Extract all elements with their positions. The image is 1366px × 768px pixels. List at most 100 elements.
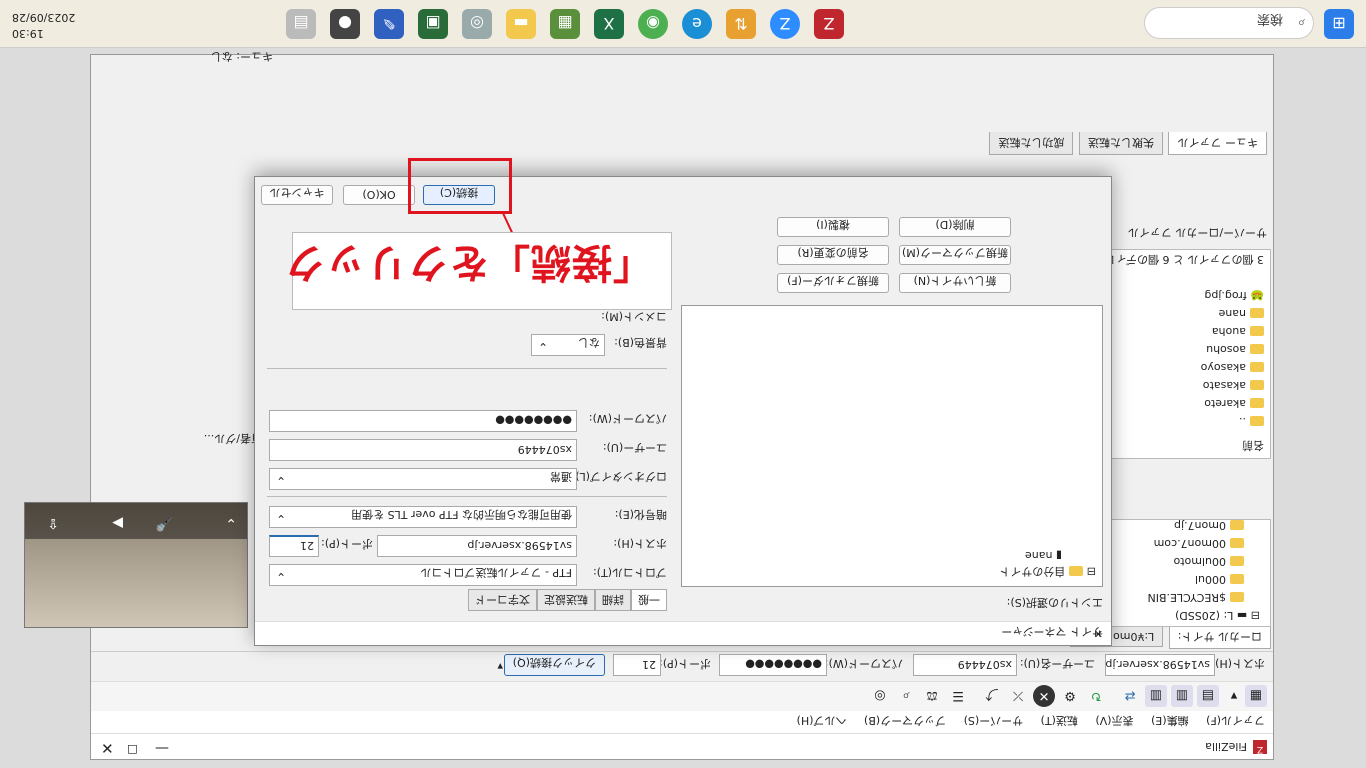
tab-transfer[interactable]: 転送設定 bbox=[537, 589, 595, 611]
file-parent[interactable]: .. bbox=[1239, 415, 1264, 428]
tree-0mon7jp[interactable]: 0mon7.jp bbox=[1174, 519, 1244, 532]
filter-icon[interactable]: ⚙ bbox=[1059, 685, 1081, 707]
host-input[interactable]: sv14598.xserver.jp bbox=[377, 535, 577, 557]
camera-icon[interactable]: ● bbox=[330, 9, 360, 39]
encryption-label: 暗号化(E): bbox=[614, 508, 667, 521]
file-akareto[interactable]: akareto bbox=[1204, 397, 1264, 410]
remote-tree-icon[interactable]: ▥ bbox=[1145, 685, 1167, 707]
tree-drive[interactable]: ⊟ ▬ L: (20SSD) bbox=[1175, 609, 1260, 622]
file-aosohu[interactable]: aosohu bbox=[1206, 343, 1264, 356]
windows-start-icon[interactable]: ⊞ bbox=[1324, 9, 1354, 39]
ftp-icon[interactable]: ⇅ bbox=[726, 9, 756, 39]
quickconnect-dropdown-icon[interactable]: ▾ bbox=[497, 660, 503, 673]
file-akasoyo[interactable]: akasoyo bbox=[1201, 361, 1264, 374]
paint-icon[interactable]: ✎ bbox=[374, 9, 404, 39]
tree-site-nane[interactable]: ▮ nane bbox=[1025, 549, 1062, 562]
new-bookmark-button[interactable]: 新規ブックマーク(M) bbox=[899, 245, 1011, 265]
chrome-icon[interactable]: ◉ bbox=[638, 9, 668, 39]
file-auoha[interactable]: auoha bbox=[1212, 325, 1264, 338]
bgcolor-select[interactable]: なし bbox=[531, 334, 605, 356]
video-icon[interactable]: ▶ bbox=[112, 515, 123, 531]
filezilla-icon[interactable]: Z bbox=[814, 9, 844, 39]
zoom-icon[interactable]: Z bbox=[770, 9, 800, 39]
local-files-header[interactable]: 名前 bbox=[1242, 438, 1264, 454]
search-icon: ⌕ bbox=[1297, 15, 1305, 30]
tree-00ulmoto[interactable]: 00ulmoto bbox=[1173, 555, 1244, 568]
user-input[interactable]: xs074449 bbox=[269, 439, 577, 461]
tree-toggle-icon[interactable]: ▥ bbox=[1171, 685, 1193, 707]
cancel-icon[interactable]: ✕ bbox=[1033, 685, 1055, 707]
disconnect-icon[interactable]: ⤫ bbox=[1007, 685, 1029, 707]
maximize-button[interactable]: ☐ bbox=[127, 742, 138, 756]
qc-user-input[interactable]: xs074449 bbox=[913, 654, 1017, 676]
new-site-button[interactable]: 新しいサイト(N) bbox=[899, 273, 1011, 293]
tab-general[interactable]: 一般 bbox=[631, 589, 667, 611]
menu-file[interactable]: ファイル(F) bbox=[1206, 714, 1265, 727]
qc-host-input[interactable]: sv14598.xserver.jp bbox=[1105, 654, 1215, 676]
cpu-icon[interactable]: ▣ bbox=[418, 9, 448, 39]
book-icon[interactable]: ▤ bbox=[286, 9, 316, 39]
protocol-select[interactable]: FTP - ファイル転送プロトコル bbox=[269, 564, 577, 586]
encryption-select[interactable]: 使用可能なら明示的な FTP over TLS を使用 bbox=[269, 506, 577, 528]
close-button[interactable]: ✕ bbox=[101, 739, 114, 757]
menu-bookmarks[interactable]: ブックマーク(B) bbox=[864, 714, 946, 727]
cancel-button[interactable]: キャンセル bbox=[261, 185, 333, 205]
network-icon[interactable]: ▦ bbox=[550, 9, 580, 39]
excel-icon[interactable]: X bbox=[594, 9, 624, 39]
password-input[interactable]: ●●●●●●●● bbox=[269, 410, 577, 432]
local-site-tab[interactable]: ローカル サイト: bbox=[1168, 626, 1271, 649]
dialog-close-button[interactable]: ✕ bbox=[263, 627, 1103, 640]
file-nane[interactable]: nane bbox=[1219, 307, 1264, 320]
file-akasato[interactable]: akasato bbox=[1203, 379, 1264, 392]
file-frog[interactable]: 🐸 frog.jpg bbox=[1204, 289, 1264, 302]
clock[interactable]: 19:30 2023/09/28 bbox=[12, 9, 75, 41]
refresh-icon[interactable]: ↻ bbox=[1085, 685, 1107, 707]
taskbar-search[interactable]: ⌕ 検索 bbox=[1144, 7, 1314, 39]
tree-00mon7com[interactable]: 00mon7.com bbox=[1154, 537, 1244, 550]
tab-queue[interactable]: キュー ファイル bbox=[1168, 132, 1267, 155]
queue-icon[interactable]: ☰ bbox=[947, 685, 969, 707]
share-icon[interactable]: ⇪ bbox=[47, 515, 59, 531]
port-input[interactable]: 21 bbox=[269, 535, 319, 557]
menu-view[interactable]: 表示(V) bbox=[1095, 714, 1133, 727]
sync-icon[interactable]: ⇄ bbox=[1119, 685, 1141, 707]
menu-transfer[interactable]: 転送(T) bbox=[1041, 714, 1078, 727]
new-folder-button[interactable]: 新規フォルダー(F) bbox=[777, 273, 889, 293]
site-tree[interactable]: ⊟ 自分のサイト ▮ nane bbox=[681, 305, 1103, 587]
reconnect-icon[interactable]: ⤴ bbox=[981, 685, 1003, 707]
video-overlay[interactable]: ⌄ 🎤 ▶ ⇪ bbox=[24, 502, 248, 628]
tab-charset[interactable]: 文字コード bbox=[468, 589, 537, 611]
tree-root[interactable]: ⊟ 自分のサイト bbox=[999, 564, 1096, 580]
menu-help[interactable]: ヘルプ(H) bbox=[797, 714, 847, 727]
window-titlebar: Z FileZilla — ☐ ✕ bbox=[91, 733, 1273, 759]
search-files-icon[interactable]: ⌕ bbox=[895, 685, 917, 707]
tab-success[interactable]: 成功した転送 bbox=[989, 132, 1074, 155]
edge-icon[interactable]: e bbox=[682, 9, 712, 39]
qc-port-input[interactable]: 21 bbox=[613, 654, 661, 676]
delete-button[interactable]: 削除(D) bbox=[899, 217, 1011, 237]
find-icon[interactable]: ◎ bbox=[869, 685, 891, 707]
dropdown-arrow-icon[interactable]: ▾ bbox=[1223, 685, 1245, 707]
site-manager-icon[interactable]: ▦ bbox=[1245, 685, 1267, 707]
folder-icon[interactable]: ▬ bbox=[506, 9, 536, 39]
menu-edit[interactable]: 編集(E) bbox=[1151, 714, 1189, 727]
compare-icon[interactable]: ⚖ bbox=[921, 685, 943, 707]
webcam-icon[interactable]: ◎ bbox=[462, 9, 492, 39]
quickconnect-button[interactable]: クイック接続(Q) bbox=[503, 654, 605, 676]
logon-type-select[interactable]: 通常 bbox=[269, 468, 577, 490]
ok-button[interactable]: OK(O) bbox=[343, 185, 415, 205]
tab-failed[interactable]: 失敗した転送 bbox=[1079, 132, 1163, 155]
chevron-down-icon[interactable]: ⌄ bbox=[225, 515, 237, 531]
tree-recycle[interactable]: $RECYCLE.BIN bbox=[1148, 591, 1244, 604]
menu-server[interactable]: サーバー(S) bbox=[964, 714, 1023, 727]
rename-button[interactable]: 名前の変更(R) bbox=[777, 245, 889, 265]
tab-advanced[interactable]: 詳細 bbox=[595, 589, 631, 611]
host-label: ホスト(H): bbox=[613, 537, 667, 550]
queue-status: キュー: なし bbox=[210, 50, 273, 63]
log-toggle-icon[interactable]: ▤ bbox=[1197, 685, 1219, 707]
mic-icon[interactable]: 🎤 bbox=[156, 515, 173, 531]
minimize-button[interactable]: — bbox=[155, 740, 169, 756]
tree-000ul[interactable]: 000ul bbox=[1195, 573, 1244, 586]
qc-pass-input[interactable]: ●●●●●●●● bbox=[719, 654, 827, 676]
duplicate-button[interactable]: 複製(I) bbox=[777, 217, 889, 237]
